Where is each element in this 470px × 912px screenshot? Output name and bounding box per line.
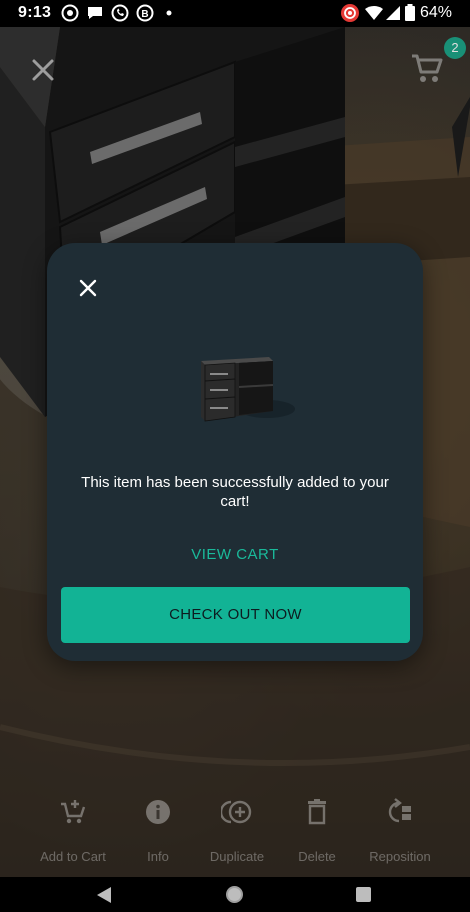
close-icon[interactable] (79, 279, 97, 297)
product-thumbnail (201, 357, 295, 422)
b-app-icon: B (136, 4, 154, 22)
signal-icon (386, 6, 400, 20)
cart-icon[interactable] (410, 52, 444, 86)
info-icon (146, 800, 170, 824)
reposition-label: Reposition (369, 849, 431, 864)
whatsapp-icon (111, 4, 129, 22)
delete-button[interactable]: Delete (272, 795, 362, 864)
close-icon[interactable] (30, 57, 56, 83)
add-to-cart-button[interactable]: Add to Cart (28, 795, 118, 864)
reposition-icon (388, 798, 411, 823)
check-out-now-button[interactable]: CHECK OUT NOW (61, 587, 410, 643)
duplicate-button[interactable]: Duplicate (192, 795, 282, 864)
dot-icon (166, 10, 172, 16)
add-to-cart-label: Add to Cart (40, 849, 106, 864)
home-icon[interactable] (226, 886, 243, 903)
duplicate-label: Duplicate (209, 849, 265, 864)
back-icon[interactable] (96, 886, 112, 904)
view-cart-link[interactable]: VIEW CART (157, 543, 313, 567)
cart-count-badge: 2 (444, 37, 466, 59)
add-to-cart-icon (61, 800, 86, 824)
duplicate-icon (221, 800, 252, 824)
added-to-cart-dialog: This item has been successfully added to… (47, 243, 423, 661)
system-nav-bar (0, 877, 470, 912)
success-message: This item has been successfully added to… (81, 474, 389, 510)
svg-text:B: B (141, 9, 148, 20)
cast-icon (341, 4, 359, 22)
delete-icon (308, 799, 326, 825)
info-button[interactable]: Info (113, 795, 203, 864)
camera-notification-icon (61, 4, 79, 22)
ar-toolbar: Add to Cart Info Duplicate Delete Reposi… (0, 795, 470, 875)
reposition-button[interactable]: Reposition (355, 795, 445, 864)
battery-percentage: 64% (420, 4, 453, 21)
recents-icon[interactable] (356, 887, 371, 902)
chat-notification-icon (88, 7, 102, 19)
status-time: 9:13 (18, 4, 52, 21)
delete-label: Delete (298, 849, 336, 864)
status-bar: 9:13 B 64% (0, 0, 470, 27)
battery-icon (405, 4, 415, 21)
wifi-icon (365, 6, 383, 20)
info-label: Info (147, 849, 169, 864)
